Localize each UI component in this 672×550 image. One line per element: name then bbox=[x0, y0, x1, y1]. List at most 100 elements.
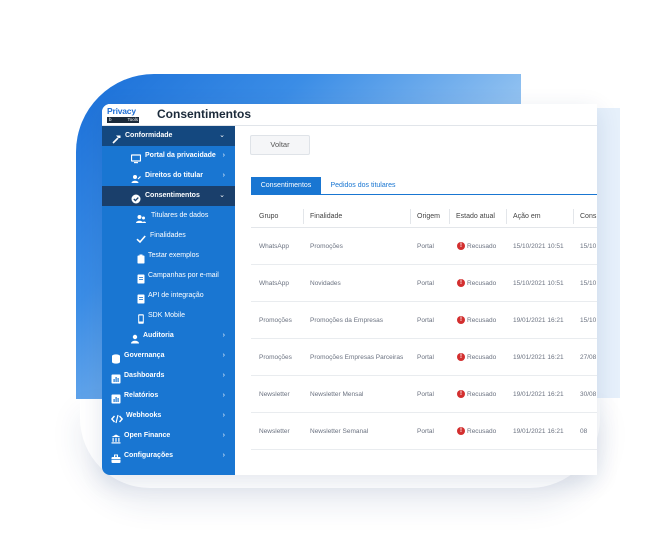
briefcase-icon bbox=[111, 451, 121, 463]
code-icon bbox=[110, 411, 124, 424]
check-icon bbox=[136, 231, 146, 244]
monitor-icon bbox=[130, 151, 142, 164]
cell-finalidade: Newsletter Semanal bbox=[310, 428, 369, 435]
sidebar-item-label: Testar exemplos bbox=[148, 252, 199, 259]
clipboard-icon bbox=[136, 251, 146, 264]
sidebar-item-direitos-do-titular[interactable]: Direitos do titular › bbox=[102, 166, 235, 186]
logo-text: Privacy bbox=[107, 106, 136, 116]
cell-finalidade: Newsletter Mensal bbox=[310, 391, 364, 398]
sidebar-item-label: Finalidades bbox=[150, 232, 186, 239]
chart-icon bbox=[111, 391, 121, 404]
chevron-right-icon: › bbox=[222, 432, 225, 439]
alert-icon: ! bbox=[457, 353, 465, 361]
sidebar-item-governanca[interactable]: Governança › bbox=[102, 346, 235, 366]
cell-cons: 27/08 bbox=[580, 354, 597, 361]
table-row[interactable]: Newsletter Newsletter Mensal Portal ! Re… bbox=[251, 376, 597, 413]
table-row[interactable]: WhatsApp Novidades Portal ! Recusado 15/… bbox=[251, 265, 597, 302]
cell-cons: 15/10 bbox=[580, 243, 597, 250]
sidebar-item-auditoria[interactable]: Auditoria › bbox=[102, 326, 235, 346]
table-row[interactable]: WhatsApp Promoções Portal ! Recusado 15/… bbox=[251, 228, 597, 265]
chevron-right-icon: › bbox=[222, 352, 225, 359]
cell-origem: Portal bbox=[417, 391, 434, 398]
chevron-right-icon: › bbox=[222, 152, 225, 159]
chart-icon bbox=[111, 371, 121, 384]
app-window: Privacy b Tools Consentimentos Conformid… bbox=[102, 104, 597, 475]
sidebar-item-label: Auditoria bbox=[143, 332, 174, 339]
cell-estado: Recusado bbox=[467, 317, 497, 324]
table-row[interactable]: Promoções Promoções Empresas Parceiras P… bbox=[251, 339, 597, 376]
sidebar: Conformidade ⌄ Portal da privacidade › D… bbox=[102, 126, 235, 475]
auditor-icon bbox=[130, 331, 140, 344]
cell-estado: Recusado bbox=[467, 280, 497, 287]
column-header-cons[interactable]: Cons bbox=[580, 205, 596, 228]
sidebar-item-label: Direitos do titular bbox=[145, 172, 203, 179]
back-button[interactable]: Voltar bbox=[250, 135, 310, 155]
column-header-grupo[interactable]: Grupo bbox=[259, 205, 278, 228]
column-header-origem[interactable]: Origem bbox=[417, 205, 440, 228]
sidebar-item-webhooks[interactable]: Webhooks › bbox=[102, 406, 235, 426]
cell-acao-em: 19/01/2021 16:21 bbox=[513, 391, 564, 398]
column-header-finalidade[interactable]: Finalidade bbox=[310, 205, 342, 228]
cell-finalidade: Promoções bbox=[310, 243, 343, 250]
main-content: Voltar Consentimentos Pedidos dos titula… bbox=[235, 126, 597, 475]
privacy-tools-logo[interactable]: Privacy b Tools bbox=[107, 107, 141, 124]
column-header-acao-em[interactable]: Ação em bbox=[513, 205, 541, 228]
tab-pedidos-dos-titulares[interactable]: Pedidos dos titulares bbox=[323, 177, 403, 195]
table-row[interactable]: Promoções Promoções da Empresas Portal !… bbox=[251, 302, 597, 339]
sidebar-item-dashboards[interactable]: Dashboards › bbox=[102, 366, 235, 386]
sidebar-item-label: Governança bbox=[124, 352, 165, 359]
cell-finalidade: Promoções Empresas Parceiras bbox=[310, 354, 404, 361]
sidebar-item-conformidade[interactable]: Conformidade ⌄ bbox=[102, 126, 235, 146]
sidebar-item-label: SDK Mobile bbox=[148, 312, 185, 319]
sidebar-item-api-de-integracao[interactable]: API de integração bbox=[102, 286, 235, 306]
sidebar-item-relatorios[interactable]: Relatórios › bbox=[102, 386, 235, 406]
cell-acao-em: 19/01/2021 16:21 bbox=[513, 428, 564, 435]
mobile-icon bbox=[136, 311, 146, 324]
chevron-down-icon: ⌄ bbox=[219, 192, 225, 199]
cell-grupo: WhatsApp bbox=[259, 280, 289, 287]
column-divider bbox=[449, 209, 450, 224]
cell-grupo: Promoções bbox=[259, 354, 292, 361]
table-row[interactable]: Newsletter Newsletter Semanal Portal ! R… bbox=[251, 413, 597, 450]
chevron-right-icon: › bbox=[222, 172, 225, 179]
column-header-estado-atual[interactable]: Estado atual bbox=[456, 205, 495, 228]
sidebar-item-titulares-de-dados[interactable]: Titulares de dados bbox=[102, 206, 235, 226]
sidebar-item-label: Titulares de dados bbox=[151, 212, 209, 219]
alert-icon: ! bbox=[457, 279, 465, 287]
column-divider bbox=[506, 209, 507, 224]
cell-finalidade: Promoções da Empresas bbox=[310, 317, 383, 324]
sidebar-item-portal-da-privacidade[interactable]: Portal da privacidade › bbox=[102, 146, 235, 166]
chevron-down-icon: ⌄ bbox=[219, 132, 225, 139]
sidebar-item-label: Conformidade bbox=[125, 132, 173, 139]
sidebar-item-sdk-mobile[interactable]: SDK Mobile bbox=[102, 306, 235, 326]
logo-text-left: b bbox=[109, 117, 112, 122]
cell-cons: 15/10 bbox=[580, 280, 597, 287]
cell-acao-em: 15/10/2021 10:51 bbox=[513, 280, 564, 287]
table-header: Grupo Finalidade Origem Estado atual Açã… bbox=[251, 205, 597, 228]
page-title: Consentimentos bbox=[157, 107, 252, 121]
cell-acao-em: 15/10/2021 10:51 bbox=[513, 243, 564, 250]
sidebar-item-consentimentos[interactable]: Consentimentos ⌄ bbox=[102, 186, 235, 206]
sidebar-item-label: Portal da privacidade bbox=[145, 152, 216, 159]
cell-origem: Portal bbox=[417, 317, 434, 324]
cell-estado: Recusado bbox=[467, 391, 497, 398]
tab-consentimentos[interactable]: Consentimentos bbox=[251, 177, 321, 195]
tabs: Consentimentos Pedidos dos titulares bbox=[251, 177, 597, 195]
logo-bar: b Tools bbox=[107, 117, 139, 123]
sidebar-item-testar-exemplos[interactable]: Testar exemplos bbox=[102, 246, 235, 266]
chevron-right-icon: › bbox=[222, 452, 225, 459]
chevron-right-icon: › bbox=[222, 332, 225, 339]
check-circle-icon bbox=[131, 191, 141, 204]
sidebar-item-finalidades[interactable]: Finalidades bbox=[102, 226, 235, 246]
cell-grupo: Newsletter bbox=[259, 428, 290, 435]
document-icon bbox=[136, 291, 146, 304]
chevron-right-icon: › bbox=[222, 392, 225, 399]
sidebar-item-label: API de integração bbox=[148, 292, 204, 299]
sidebar-item-label: Relatórios bbox=[124, 392, 159, 399]
document-icon bbox=[136, 271, 146, 284]
cell-acao-em: 19/01/2021 16:21 bbox=[513, 354, 564, 361]
sidebar-item-campanhas-por-e-mail[interactable]: Campanhas por e-mail bbox=[102, 266, 235, 286]
cell-origem: Portal bbox=[417, 243, 434, 250]
sidebar-item-configuracoes[interactable]: Configurações › bbox=[102, 446, 235, 466]
sidebar-item-open-finance[interactable]: Open Finance › bbox=[102, 426, 235, 446]
